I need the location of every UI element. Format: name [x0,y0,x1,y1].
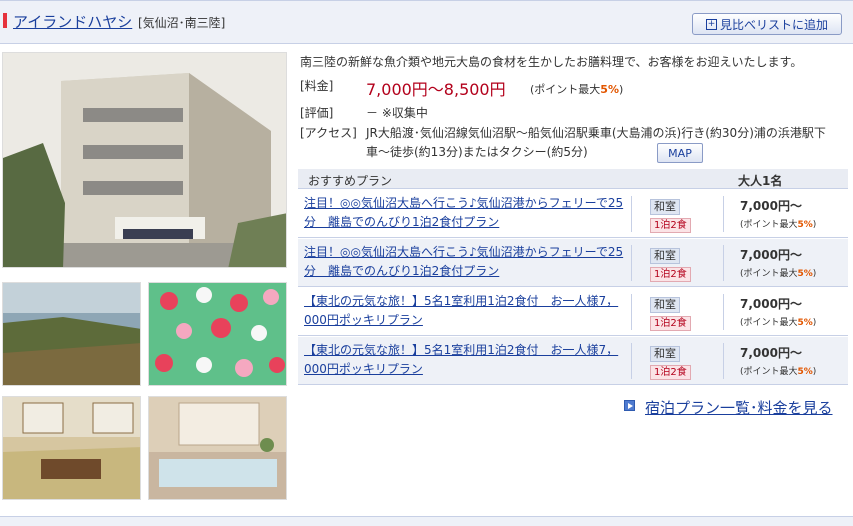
divider [631,343,632,379]
plan-price: 7,000円〜 [740,248,802,262]
room-type-tag: 和室 [650,346,680,362]
divider [631,196,632,232]
room-type-tag: 和室 [650,297,680,313]
plan-row: 注目！◎◎気仙沼大島へ行こう♪気仙沼港からフェリーで25分 離島でのんびり1泊2… [298,239,848,287]
meal-tag: 1泊2食 [650,316,691,331]
add-to-compare-button[interactable]: + 見比べリストに追加 [692,13,842,35]
meal-tag: 1泊2食 [650,218,691,233]
plan-title-link[interactable]: 【東北の元気な旅！】5名1室利用1泊2食付 お一人様7，000円ポッキリプラン [304,292,624,330]
plan-point-note: (ポイント最大5%) [740,318,817,328]
hotel-description: 南三陸の新鮮な魚介類や地元大島の食材を生かしたお膳料理で、お客様をお迎えいたしま… [300,55,803,69]
divider [723,245,724,281]
plan-row: 注目！◎◎気仙沼大島へ行こう♪気仙沼港からフェリーで25分 離島でのんびり1泊2… [298,190,848,238]
divider [723,343,724,379]
bath-photo[interactable] [148,396,287,500]
divider [631,294,632,330]
price-range: 7,000円〜8,500円 [366,80,506,99]
hotel-exterior-photo[interactable] [2,52,287,268]
plan-table-header: おすすめプラン 大人1名 [298,169,848,189]
map-button[interactable]: MAP [657,143,703,163]
meal-tag: 1泊2食 [650,365,691,380]
plan-title-link[interactable]: 注目！◎◎気仙沼大島へ行こう♪気仙沼港からフェリーで25分 離島でのんびり1泊2… [304,194,624,232]
plan-title-link[interactable]: 注目！◎◎気仙沼大島へ行こう♪気仙沼港からフェリーで25分 離島でのんびり1泊2… [304,243,624,281]
add-to-compare-label: 見比べリストに追加 [719,17,828,32]
plan-point-note: (ポイント最大5%) [740,367,817,377]
coastline-view-photo[interactable] [2,282,141,386]
plan-point-note: (ポイント最大5%) [740,269,817,279]
hotel-area: [気仙沼･南三陸] [138,16,226,30]
room-type-tag: 和室 [650,199,680,215]
rating-value: － ※収集中 [366,106,428,120]
tatami-room-photo[interactable] [2,396,141,500]
plan-title-link[interactable]: 【東北の元気な旅！】5名1室利用1泊2食付 お一人様7，000円ポッキリプラン [304,341,624,379]
price-point-note: (ポイント最大5%) [530,83,624,96]
footer-divider [0,516,853,526]
plan-row: 【東北の元気な旅！】5名1室利用1泊2食付 お一人様7，000円ポッキリプラン … [298,288,848,336]
arrow-right-icon [624,400,635,411]
rating-label: [評価] [300,106,334,120]
plan-point-note: (ポイント最大5%) [740,220,817,230]
plan-price: 7,000円〜 [740,297,802,311]
hotel-header: アイランドハヤシ [気仙沼･南三陸] + 見比べリストに追加 [0,0,853,44]
hotel-name-link[interactable]: アイランドハヤシ [13,11,132,32]
recommended-plans-heading: おすすめプラン [308,174,393,188]
room-type-tag: 和室 [650,248,680,264]
plan-price: 7,000円〜 [740,199,802,213]
access-text: JR大船渡･気仙沼線気仙沼駅〜船気仙沼駅乗車(大島浦の浜)行き(約30分)浦の浜… [366,126,826,159]
divider [723,294,724,330]
per-adult-heading: 大人1名 [738,174,783,188]
access-label: [アクセス] [300,126,357,140]
divider [723,196,724,232]
meal-tag: 1泊2食 [650,267,691,282]
header-accent-bar [3,13,7,28]
plan-row: 【東北の元気な旅！】5名1室利用1泊2食付 お一人様7，000円ポッキリプラン … [298,337,848,385]
plan-price: 7,000円〜 [740,346,802,360]
price-label: [料金] [300,79,334,93]
flower-pattern-photo[interactable] [148,282,287,386]
view-all-plans-link[interactable]: 宿泊プラン一覧･料金を見る [645,397,833,418]
plus-box-icon: + [705,18,717,30]
divider [631,245,632,281]
